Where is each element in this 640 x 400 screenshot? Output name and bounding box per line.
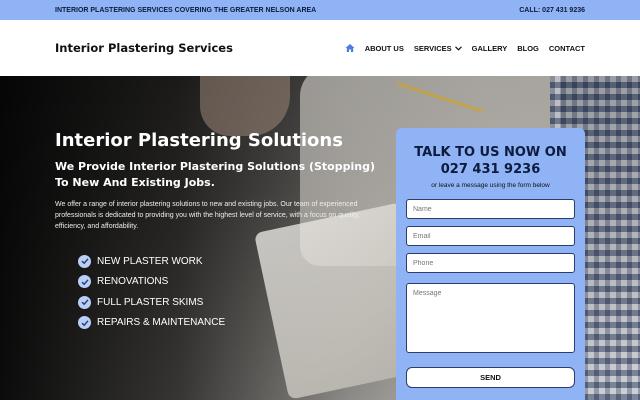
feature-label: FULL PLASTER SKIMS	[97, 296, 204, 308]
nav-contact[interactable]: CONTACT	[549, 44, 585, 53]
phone-field[interactable]	[406, 253, 575, 273]
email-field[interactable]	[406, 226, 575, 246]
feature-item: FULL PLASTER SKIMS	[78, 292, 225, 313]
site-brand[interactable]: Interior Plastering Services	[55, 41, 233, 55]
feature-label: NEW PLASTER WORK	[97, 255, 203, 267]
hero-background-hand	[200, 76, 290, 136]
check-icon	[78, 316, 91, 330]
feature-label: REPAIRS & MAINTENANCE	[97, 317, 226, 329]
send-button[interactable]: SEND	[406, 367, 575, 388]
home-icon	[345, 44, 355, 52]
name-field[interactable]	[406, 199, 575, 219]
site-header: Interior Plastering Services ABOUT US SE…	[0, 20, 640, 76]
feature-item: NEW PLASTER WORK	[78, 251, 225, 272]
form-heading-line1: TALK TO US NOW ON	[414, 145, 567, 160]
hero-section: Interior Plastering Solutions We Provide…	[0, 76, 640, 400]
service-area-text: INTERIOR PLASTERING SERVICES COVERING TH…	[55, 6, 317, 14]
check-icon	[78, 295, 91, 309]
check-icon	[78, 275, 91, 289]
check-icon	[78, 254, 91, 268]
hero-description: We offer a range of interior plastering …	[55, 201, 360, 230]
nav-about[interactable]: ABOUT US	[365, 44, 404, 53]
hero-title: Interior Plastering Solutions	[55, 130, 343, 151]
nav-home[interactable]	[345, 43, 355, 53]
phone-link[interactable]: CALL: 027 431 9236	[519, 7, 585, 14]
hero-content: Interior Plastering Solutions We Provide…	[55, 130, 375, 232]
form-heading-phone[interactable]: 027 431 9236	[414, 161, 566, 178]
hero-subtitle: We Provide Interior Plastering Solutions…	[55, 160, 375, 189]
contact-form: TALK TO US NOW ON 027 431 9236 or leave …	[396, 128, 585, 400]
chevron-down-icon	[454, 45, 462, 51]
message-field[interactable]	[406, 283, 575, 353]
nav-blog[interactable]: BLOG	[517, 44, 539, 53]
nav-gallery[interactable]: GALLERY	[472, 44, 508, 53]
form-note: or leave a message using the form below	[431, 182, 550, 189]
nav-services[interactable]: SERVICES	[414, 44, 462, 53]
feature-item: RENOVATIONS	[78, 272, 225, 293]
main-nav: ABOUT US SERVICES GALLERY BLOG CONTACT	[345, 43, 585, 53]
form-heading: TALK TO US NOW ON 027 431 9236	[414, 144, 566, 178]
feature-list: NEW PLASTER WORK RENOVATIONS FULL PLASTE…	[78, 251, 225, 333]
feature-item: REPAIRS & MAINTENANCE	[78, 313, 225, 334]
feature-label: RENOVATIONS	[97, 276, 169, 288]
nav-services-label: SERVICES	[413, 43, 452, 53]
top-bar: INTERIOR PLASTERING SERVICES COVERING TH…	[0, 0, 640, 20]
